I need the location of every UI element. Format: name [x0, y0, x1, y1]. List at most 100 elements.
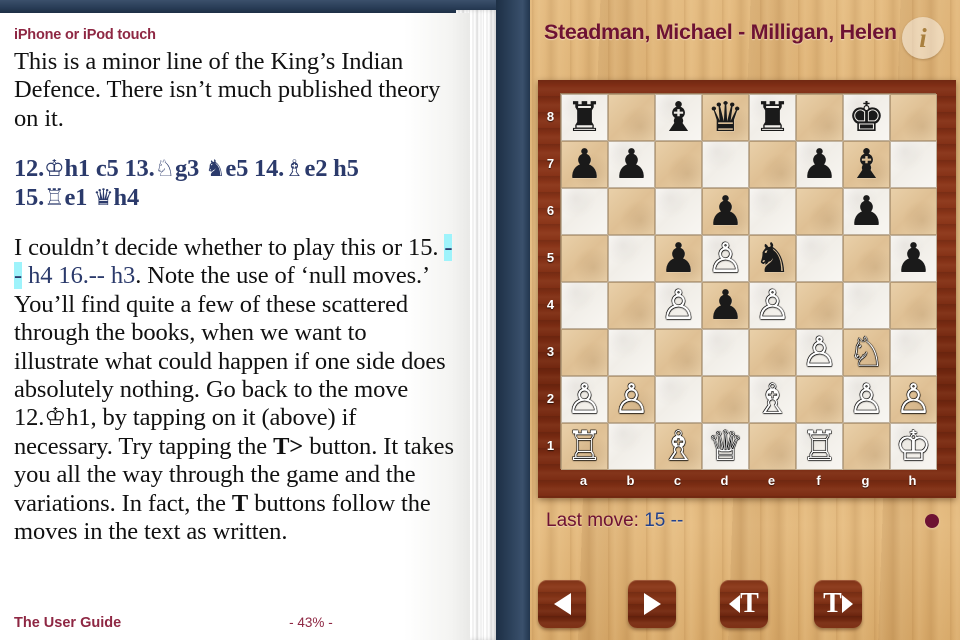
board-square-a8[interactable]: ♜	[561, 94, 608, 141]
piece-g6[interactable]: ♟	[848, 191, 885, 232]
board-square-b7[interactable]: ♟	[608, 141, 655, 188]
board-square-c3[interactable]	[655, 329, 702, 376]
board-square-h6[interactable]	[890, 188, 937, 235]
board-square-d8[interactable]: ♛	[702, 94, 749, 141]
board-square-c8[interactable]: ♝	[655, 94, 702, 141]
board-square-d3[interactable]	[702, 329, 749, 376]
board-square-c7[interactable]	[655, 141, 702, 188]
piece-g3[interactable]: ♘	[848, 332, 885, 373]
board-square-e2[interactable]: ♗	[749, 376, 796, 423]
board-square-d2[interactable]	[702, 376, 749, 423]
text-back-button[interactable]: T	[720, 580, 768, 628]
piece-d5[interactable]: ♙	[707, 238, 744, 279]
board-square-g7[interactable]: ♝	[843, 141, 890, 188]
move-15-text[interactable]: e1	[64, 184, 93, 211]
board-square-b5[interactable]	[608, 235, 655, 282]
board-square-a3[interactable]	[561, 329, 608, 376]
piece-d8[interactable]: ♛	[707, 97, 744, 138]
board-square-d7[interactable]	[702, 141, 749, 188]
move-13-text[interactable]: g3	[175, 155, 205, 182]
piece-a2[interactable]: ♙	[566, 379, 603, 420]
book-reader[interactable]: iPhone or iPod touch This is a minor lin…	[0, 0, 530, 640]
move-12-text[interactable]: h1 c5 13.	[64, 155, 154, 182]
board-square-a1[interactable]: ♖	[561, 423, 608, 470]
piece-c5[interactable]: ♟	[660, 238, 697, 279]
board-square-f7[interactable]: ♟	[796, 141, 843, 188]
navigation-button-bar[interactable]: T T	[538, 580, 958, 628]
board-square-e7[interactable]	[749, 141, 796, 188]
piece-c8[interactable]: ♝	[660, 97, 697, 138]
board-square-e6[interactable]	[749, 188, 796, 235]
board-square-c4[interactable]: ♙	[655, 282, 702, 329]
board-square-a6[interactable]	[561, 188, 608, 235]
board-square-g8[interactable]: ♚	[843, 94, 890, 141]
piece-e4[interactable]: ♙	[754, 285, 791, 326]
board-square-f2[interactable]	[796, 376, 843, 423]
board-square-b6[interactable]	[608, 188, 655, 235]
board-square-g2[interactable]: ♙	[843, 376, 890, 423]
piece-h1[interactable]: ♔	[895, 426, 932, 467]
board-square-e5[interactable]: ♞	[749, 235, 796, 282]
board-square-c2[interactable]	[655, 376, 702, 423]
piece-h5[interactable]: ♟	[895, 238, 932, 279]
board-square-d5[interactable]: ♙	[702, 235, 749, 282]
board-square-g3[interactable]: ♘	[843, 329, 890, 376]
board-square-e4[interactable]: ♙	[749, 282, 796, 329]
piece-a1[interactable]: ♖	[566, 426, 603, 467]
board-square-d1[interactable]: ♕	[702, 423, 749, 470]
text-forward-button[interactable]: T	[814, 580, 862, 628]
move-14-text[interactable]: e2 h5	[305, 155, 359, 182]
piece-d6[interactable]: ♟	[707, 191, 744, 232]
board-square-d4[interactable]: ♟	[702, 282, 749, 329]
piece-h2[interactable]: ♙	[895, 379, 932, 420]
board-square-f4[interactable]	[796, 282, 843, 329]
board-square-f1[interactable]: ♖	[796, 423, 843, 470]
board-square-a5[interactable]	[561, 235, 608, 282]
board-square-b2[interactable]: ♙	[608, 376, 655, 423]
chess-board-grid[interactable]: ♜ ♝ ♛ ♜ ♚ ♟ ♟ ♟ ♝ ♟ ♟ ♟ ♙ ♞ ♟ ♙ ♟ ♙ ♙ ♘ ♙ ♙ ♗ ♙ ♙ ♖ ♗ ♕ ♖ ♔	[560, 93, 937, 470]
board-square-e8[interactable]: ♜	[749, 94, 796, 141]
move-12-number[interactable]: 12.	[14, 155, 44, 182]
board-square-b1[interactable]	[608, 423, 655, 470]
piece-g2[interactable]: ♙	[848, 379, 885, 420]
board-square-a7[interactable]: ♟	[561, 141, 608, 188]
piece-b2[interactable]: ♙	[613, 379, 650, 420]
move-forward-button[interactable]	[628, 580, 676, 628]
board-square-b4[interactable]	[608, 282, 655, 329]
piece-d4[interactable]: ♟	[707, 285, 744, 326]
board-square-e3[interactable]	[749, 329, 796, 376]
piece-g8[interactable]: ♚	[848, 97, 885, 138]
chess-board-frame[interactable]: ♜ ♝ ♛ ♜ ♚ ♟ ♟ ♟ ♝ ♟ ♟ ♟ ♙ ♞ ♟ ♙ ♟ ♙ ♙ ♘ ♙ ♙ ♗ ♙ ♙ ♖ ♗ ♕ ♖ ♔ 87654321a…	[538, 80, 956, 498]
piece-e8[interactable]: ♜	[754, 97, 791, 138]
board-square-f5[interactable]	[796, 235, 843, 282]
piece-b7[interactable]: ♟	[613, 144, 650, 185]
piece-g7[interactable]: ♝	[848, 144, 885, 185]
board-square-c6[interactable]	[655, 188, 702, 235]
board-square-h8[interactable]	[890, 94, 937, 141]
board-square-h1[interactable]: ♔	[890, 423, 937, 470]
info-icon[interactable]: i	[902, 17, 944, 59]
board-square-d6[interactable]: ♟	[702, 188, 749, 235]
board-square-c5[interactable]: ♟	[655, 235, 702, 282]
piece-f3[interactable]: ♙	[801, 332, 838, 373]
move-15b-text[interactable]: h4	[114, 184, 140, 211]
piece-e2[interactable]: ♗	[754, 379, 791, 420]
board-square-h2[interactable]: ♙	[890, 376, 937, 423]
board-square-h3[interactable]	[890, 329, 937, 376]
piece-e5[interactable]: ♞	[754, 238, 791, 279]
move-list-line[interactable]: 12.♔h1 c5 13.♘g3 ♞e5 14.♗e2 h5 15.♖e1 ♛h4	[14, 155, 454, 212]
book-page[interactable]: iPhone or iPod touch This is a minor lin…	[0, 13, 470, 640]
piece-f7[interactable]: ♟	[801, 144, 838, 185]
board-square-b8[interactable]	[608, 94, 655, 141]
move-13b-text[interactable]: e5 14.	[225, 155, 284, 182]
null-move-variation[interactable]: h4 16.-- h3	[22, 262, 135, 289]
board-square-a2[interactable]: ♙	[561, 376, 608, 423]
piece-c1[interactable]: ♗	[660, 426, 697, 467]
board-square-b3[interactable]	[608, 329, 655, 376]
board-square-a4[interactable]	[561, 282, 608, 329]
board-square-e1[interactable]	[749, 423, 796, 470]
board-square-g5[interactable]	[843, 235, 890, 282]
piece-c4[interactable]: ♙	[660, 285, 697, 326]
board-square-h5[interactable]: ♟	[890, 235, 937, 282]
board-square-h7[interactable]	[890, 141, 937, 188]
